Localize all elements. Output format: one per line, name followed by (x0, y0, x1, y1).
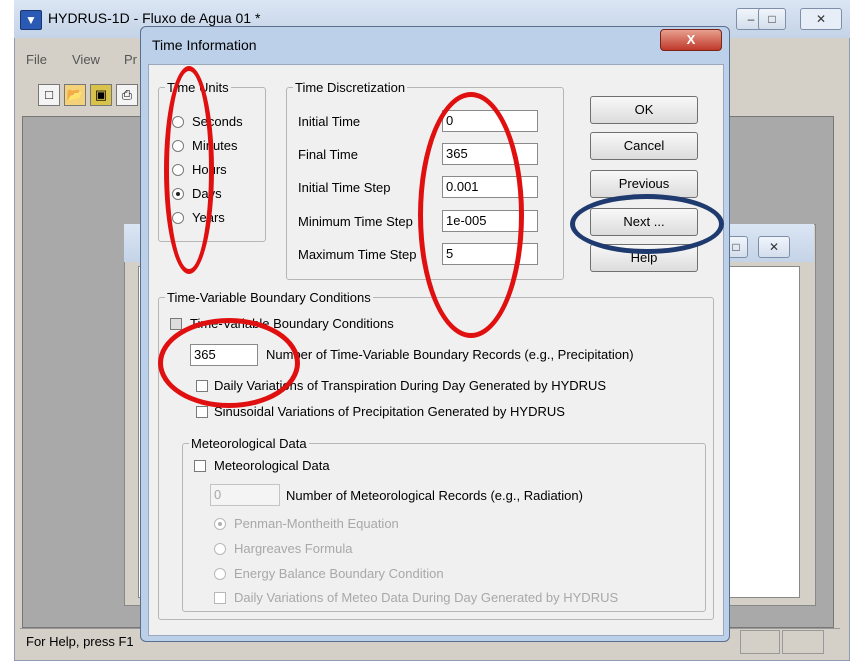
radio-energy-balance[interactable] (214, 568, 226, 580)
meteorological-data-legend: Meteorological Data (191, 436, 307, 451)
new-file-icon[interactable]: □ (38, 84, 60, 106)
sinusoidal-precipitation-label: Sinusoidal Variations of Precipitation G… (214, 404, 565, 419)
red-annotation-ring (158, 318, 300, 408)
daily-meteo-checkbox[interactable] (214, 592, 226, 604)
daily-meteo-label: Daily Variations of Meteo Data During Da… (234, 590, 619, 605)
time-discretization-legend: Time Discretization (295, 80, 406, 95)
dialog-close-button[interactable]: X (660, 29, 722, 51)
maximum-time-step-label: Maximum Time Step (298, 247, 417, 262)
boundary-conditions-legend: Time-Variable Boundary Conditions (167, 290, 371, 305)
navy-annotation-ring (570, 194, 724, 254)
meteorological-data-checkbox[interactable] (194, 460, 206, 472)
menu-file[interactable]: File (26, 52, 47, 67)
open-folder-icon[interactable]: 📂 (64, 84, 86, 106)
radio-penman-monteith-label: Penman-Montheith Equation (234, 516, 399, 531)
final-time-label: Final Time (298, 147, 358, 162)
print-icon[interactable]: ⎙ (116, 84, 138, 106)
sinusoidal-precipitation-checkbox[interactable] (196, 406, 208, 418)
cancel-button[interactable]: Cancel (590, 132, 698, 160)
status-cell (782, 630, 824, 654)
meteo-records-field[interactable]: 0 (210, 484, 280, 506)
hydrus-app-icon: ▼ (20, 10, 42, 30)
red-annotation-ring (418, 92, 524, 338)
initial-time-label: Initial Time (298, 114, 361, 129)
radio-hargreaves[interactable] (214, 543, 226, 555)
dialog-title: Time Information (152, 37, 257, 53)
status-cell (740, 630, 780, 654)
meteo-records-label: Number of Meteorological Records (e.g., … (286, 488, 583, 503)
initial-time-step-label: Initial Time Step (298, 180, 391, 195)
inner-close-button[interactable]: ✕ (758, 236, 790, 258)
status-text: For Help, press F1 (26, 634, 134, 649)
main-window-title: HYDRUS-1D - Fluxo de Agua 01 * (48, 10, 261, 26)
meteorological-data-label: Meteorological Data (214, 458, 330, 473)
minimum-time-step-label: Minimum Time Step (298, 214, 413, 229)
menu-project[interactable]: Pr (124, 52, 137, 67)
boundary-records-label: Number of Time-Variable Boundary Records… (266, 347, 634, 362)
radio-hargreaves-label: Hargreaves Formula (234, 541, 353, 556)
save-icon[interactable]: ▣ (90, 84, 112, 106)
close-main-button[interactable]: ✕ (800, 8, 842, 30)
ok-button[interactable]: OK (590, 96, 698, 124)
maximize-button[interactable]: □ (758, 8, 786, 30)
menu-view[interactable]: View (72, 52, 100, 67)
radio-energy-balance-label: Energy Balance Boundary Condition (234, 566, 444, 581)
radio-penman-monteith[interactable] (214, 518, 226, 530)
red-annotation-ring (164, 66, 214, 274)
time-variable-bc-checkbox[interactable] (170, 318, 182, 330)
